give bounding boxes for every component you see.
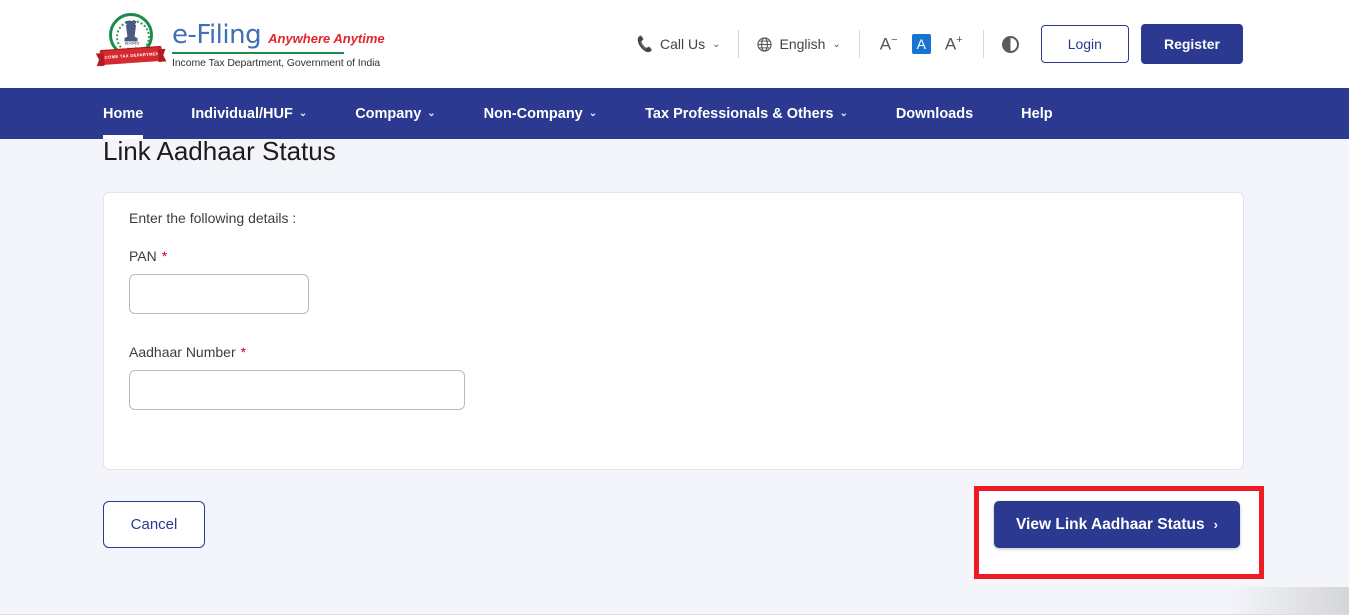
- nav-item-label: Home: [103, 105, 144, 122]
- pan-input[interactable]: [129, 274, 309, 314]
- font-size-controls: A− A A+: [878, 34, 965, 54]
- font-increase-button[interactable]: A+: [943, 34, 965, 54]
- nav-item-label: Non-Company: [483, 105, 583, 122]
- required-mark: *: [161, 248, 168, 264]
- corner-shadow: [1229, 587, 1349, 615]
- aadhaar-number-input[interactable]: [129, 370, 465, 410]
- main-navigation: Home Individual/HUF ⌄ Company ⌄ Non-Company ⌄ T…: [0, 88, 1349, 139]
- header-controls: 📞 Call Us ⌄ English ⌄ A− A A+ Login Regi…: [634, 0, 1349, 88]
- brand-divider: [172, 51, 344, 54]
- nav-item-company[interactable]: Company ⌄: [355, 88, 435, 139]
- chevron-down-icon: ⌄: [298, 108, 308, 119]
- nav-item-home[interactable]: Home: [103, 88, 144, 139]
- pan-field-group: PAN *: [129, 248, 309, 314]
- nav-item-tax-professionals-others[interactable]: Tax Professionals & Others ⌄: [645, 88, 848, 139]
- site-header: सत्यमेव जयते INCOME TAX DEPARTMENT e-Fil…: [0, 0, 1349, 88]
- font-decrease-button[interactable]: A−: [878, 34, 900, 54]
- divider: [738, 30, 740, 58]
- form-card: Enter the following details : PAN * Aadha…: [103, 192, 1244, 470]
- phone-icon: 📞: [634, 34, 655, 53]
- aadhaar-field-group: Aadhaar Number *: [129, 344, 465, 410]
- emblem-ribbon-text: INCOME TAX DEPARTMENT: [99, 50, 163, 61]
- nav-item-label: Help: [1021, 105, 1053, 122]
- divider: [858, 30, 860, 58]
- brand-logo[interactable]: सत्यमेव जयते INCOME TAX DEPARTMENT e-Fil…: [99, 11, 385, 73]
- chevron-down-icon: ⌄: [427, 108, 436, 119]
- chevron-right-icon: ›: [1213, 517, 1218, 532]
- nav-item-help[interactable]: Help: [1021, 88, 1052, 139]
- pan-label: PAN *: [129, 248, 168, 264]
- chevron-down-icon: ⌄: [588, 108, 598, 119]
- page-title: Link Aadhaar Status: [103, 136, 336, 166]
- chevron-down-icon: ⌄: [712, 38, 721, 50]
- nav-item-label: Downloads: [895, 105, 974, 122]
- call-us-menu[interactable]: 📞 Call Us ⌄: [634, 34, 721, 53]
- login-button[interactable]: Login: [1040, 25, 1129, 63]
- submit-label: View Link Aadhaar Status: [1016, 515, 1205, 533]
- globe-icon: [757, 36, 773, 52]
- cancel-button[interactable]: Cancel: [103, 501, 205, 548]
- nav-item-label: Individual/HUF: [191, 105, 293, 122]
- language-menu[interactable]: English ⌄: [757, 36, 841, 52]
- language-label: English: [779, 36, 826, 52]
- chevron-down-icon: ⌄: [839, 108, 848, 119]
- call-us-label: Call Us: [659, 36, 706, 52]
- brand-tagline: Anywhere Anytime: [268, 30, 385, 46]
- brand-subtitle: Income Tax Department, Government of Ind…: [172, 56, 381, 69]
- nav-item-label: Company: [355, 105, 422, 122]
- brand-title: e-Filing: [172, 19, 262, 50]
- view-link-aadhaar-status-button[interactable]: View Link Aadhaar Status ›: [994, 501, 1240, 548]
- font-normal-button[interactable]: A: [911, 34, 931, 54]
- nav-item-label: Tax Professionals & Others: [645, 105, 834, 122]
- contrast-icon[interactable]: [1001, 35, 1019, 53]
- india-emblem-icon: सत्यमेव जयते INCOME TAX DEPARTMENT: [99, 11, 163, 73]
- aadhaar-label: Aadhaar Number *: [129, 344, 247, 360]
- nav-item-individual-huf[interactable]: Individual/HUF ⌄: [191, 88, 307, 139]
- emblem-ribbon: INCOME TAX DEPARTMENT: [99, 45, 163, 66]
- nav-item-downloads[interactable]: Downloads: [896, 88, 973, 139]
- brand-text: e-Filing Anywhere Anytime Income Tax Dep…: [172, 16, 385, 69]
- divider: [982, 30, 984, 58]
- register-button[interactable]: Register: [1140, 24, 1243, 64]
- chevron-down-icon: ⌄: [832, 38, 841, 50]
- form-instruction: Enter the following details :: [129, 210, 297, 226]
- nav-item-non-company[interactable]: Non-Company ⌄: [484, 88, 597, 139]
- required-mark: *: [240, 344, 247, 360]
